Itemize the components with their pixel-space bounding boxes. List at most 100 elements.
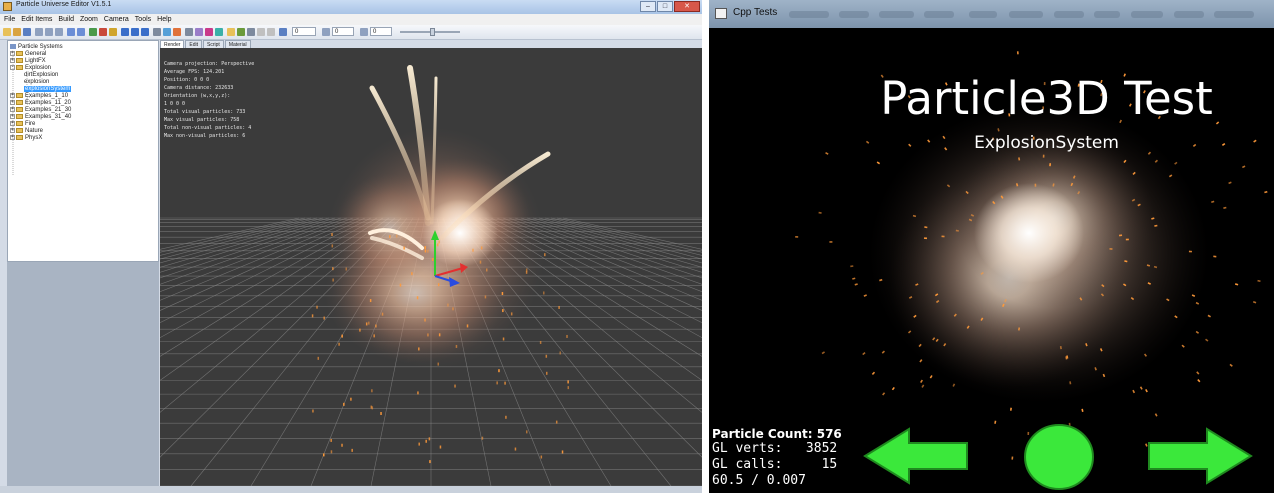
tree-item[interactable]: + General: [10, 51, 46, 58]
open-icon[interactable]: [13, 28, 21, 36]
expand-toggle[interactable]: +: [10, 135, 15, 140]
grid-icon[interactable]: [185, 28, 193, 36]
settings-icon[interactable]: [257, 28, 265, 36]
render-viewport[interactable]: Camera projection: Perspective Average FP…: [160, 48, 702, 486]
tab-render[interactable]: Render: [160, 40, 185, 48]
folder-icon: [16, 65, 23, 70]
expand-toggle[interactable]: +: [10, 114, 15, 119]
scale-x-icon[interactable]: [322, 28, 330, 36]
redo-icon[interactable]: [77, 28, 85, 36]
stat-line: Position: 0 0 0: [164, 77, 210, 83]
copy-icon[interactable]: [45, 28, 53, 36]
tab-material[interactable]: Material: [224, 40, 251, 48]
close-button[interactable]: ✕: [674, 1, 700, 12]
tree-item[interactable]: + Examples_21_30: [10, 107, 71, 114]
folder-icon: [16, 114, 23, 119]
tree-item[interactable]: + Examples_31_40: [10, 114, 71, 121]
cut-icon[interactable]: [35, 28, 43, 36]
stop-icon[interactable]: [99, 28, 107, 36]
menu-tools[interactable]: Tools: [135, 14, 151, 25]
scale-icon[interactable]: [141, 28, 149, 36]
tree-item[interactable]: dirtExplosion: [24, 72, 58, 79]
behaviour-icon[interactable]: [247, 28, 255, 36]
gl-verts: GL verts: 3852: [712, 441, 838, 456]
camera-icon[interactable]: [153, 28, 161, 36]
expand-toggle[interactable]: +: [10, 58, 15, 63]
zoom-icon[interactable]: [279, 28, 287, 36]
expand-toggle[interactable]: -: [10, 65, 15, 70]
undo-icon[interactable]: [67, 28, 75, 36]
tree-item-label: Explosion: [25, 65, 52, 72]
menu-edit-items[interactable]: Edit Items: [21, 14, 52, 25]
cpp-tests-window: Cpp Tests Particle3D Test ExplosionSyste…: [709, 0, 1274, 493]
background-icon[interactable]: [267, 28, 275, 36]
folder-icon: [16, 58, 23, 63]
move-icon[interactable]: [121, 28, 129, 36]
speed-slider-thumb[interactable]: [430, 28, 435, 36]
game-scene[interactable]: Particle3D Test ExplosionSystem Particle…: [709, 28, 1274, 493]
stat-line: Max visual particles: 758: [164, 117, 240, 123]
tree-item[interactable]: + Examples_11_20: [10, 100, 71, 107]
next-arrow-button[interactable]: [1145, 425, 1257, 487]
expand-toggle[interactable]: +: [10, 93, 15, 98]
tree-item[interactable]: - Explosion: [10, 65, 51, 72]
light-icon[interactable]: [163, 28, 171, 36]
maximize-button[interactable]: □: [657, 1, 673, 12]
rotate-icon[interactable]: [131, 28, 139, 36]
menu-zoom[interactable]: Zoom: [80, 14, 98, 25]
blurred-taskbar-item: [1094, 11, 1120, 18]
paste-icon[interactable]: [55, 28, 63, 36]
stat-line: Camera distance: 232633: [164, 85, 234, 91]
menu-build[interactable]: Build: [58, 14, 74, 25]
back-arrow-button[interactable]: [859, 425, 971, 487]
play-icon[interactable]: [89, 28, 97, 36]
expand-toggle[interactable]: +: [10, 121, 15, 126]
restart-button[interactable]: [1023, 423, 1095, 491]
time-field[interactable]: 0: [370, 27, 392, 36]
time-icon[interactable]: [360, 28, 368, 36]
tab-script[interactable]: Script: [203, 40, 224, 48]
tab-edit[interactable]: Edit: [185, 40, 203, 48]
particle-system-tree[interactable]: Particle Systems + General + LightFX - Explos…: [7, 40, 159, 262]
blurred-taskbar-item: [1009, 11, 1043, 18]
stat-line: Camera projection: Perspective: [164, 61, 255, 67]
observer-icon[interactable]: [205, 28, 213, 36]
fps-counter: 60.5 / 0.007: [712, 473, 806, 488]
menu-bar: File Edit Items Build Zoom Camera Tools …: [0, 14, 702, 25]
save-icon[interactable]: [23, 28, 31, 36]
minimize-button[interactable]: –: [640, 1, 656, 12]
handler-icon[interactable]: [215, 28, 223, 36]
tree-item-label: Examples_1_10: [25, 93, 69, 100]
tree-item[interactable]: explosion: [24, 79, 49, 86]
title-bar: Cpp Tests: [709, 0, 1274, 28]
stat-line: Total non-visual particles: 4: [164, 125, 252, 131]
expand-toggle[interactable]: +: [10, 128, 15, 133]
tree-item[interactable]: + LightFX: [10, 58, 46, 65]
technique-icon[interactable]: [227, 28, 235, 36]
folder-icon: [16, 128, 23, 133]
pause-icon[interactable]: [109, 28, 117, 36]
affector-icon[interactable]: [195, 28, 203, 36]
tree-item[interactable]: + PhysX: [10, 135, 42, 142]
speed-field[interactable]: 0: [292, 27, 316, 36]
folder-icon: [16, 51, 23, 56]
tree-item[interactable]: + Nature: [10, 128, 43, 135]
scene-title: Particle3D Test: [880, 72, 1213, 125]
expand-toggle[interactable]: +: [10, 51, 15, 56]
menu-file[interactable]: File: [4, 14, 15, 25]
emitter-icon[interactable]: [173, 28, 181, 36]
new-icon[interactable]: [3, 28, 11, 36]
menu-help[interactable]: Help: [157, 14, 171, 25]
tree-item[interactable]: explosionSystem: [24, 86, 72, 93]
blurred-taskbar-item: [1054, 11, 1084, 18]
tree-item-label: explosionSystem: [24, 86, 72, 92]
renderer-icon[interactable]: [237, 28, 245, 36]
tree-item-label: Examples_21_30: [25, 107, 72, 114]
tree-item[interactable]: + Examples_1_10: [10, 93, 68, 100]
scale-field[interactable]: 0: [332, 27, 354, 36]
expand-toggle[interactable]: +: [10, 107, 15, 112]
menu-camera[interactable]: Camera: [104, 14, 129, 25]
expand-toggle[interactable]: +: [10, 100, 15, 105]
title-bar: Particle Universe Editor V1.5.1 – □ ✕: [0, 0, 702, 14]
tree-root[interactable]: Particle Systems: [10, 44, 63, 51]
